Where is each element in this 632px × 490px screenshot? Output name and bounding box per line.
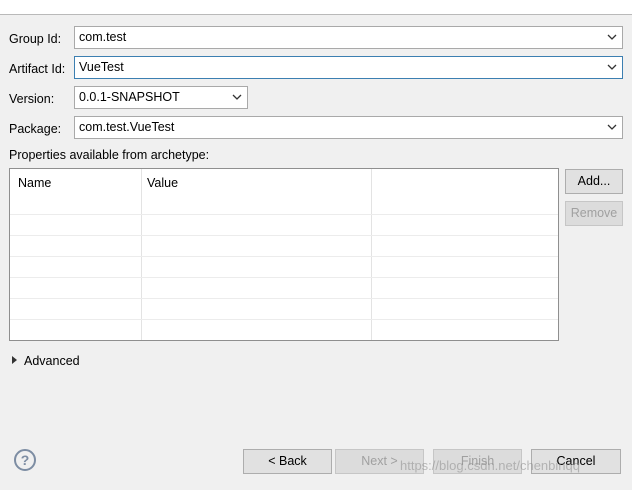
table-row-divider xyxy=(10,235,558,236)
package-label: Package: xyxy=(9,122,62,136)
group-id-value[interactable]: com.test xyxy=(79,27,126,48)
column-divider xyxy=(371,169,372,340)
help-icon[interactable]: ? xyxy=(14,449,36,471)
table-row-divider xyxy=(10,298,558,299)
back-button[interactable]: < Back xyxy=(243,449,332,474)
next-button[interactable]: Next > xyxy=(335,449,424,474)
triangle-right-icon[interactable] xyxy=(12,356,17,364)
finish-button[interactable]: Finish xyxy=(433,449,522,474)
properties-title: Properties available from archetype: xyxy=(9,148,210,162)
table-row-divider xyxy=(10,319,558,320)
package-combo[interactable]: com.test.VueTest xyxy=(74,116,623,139)
version-label: Version: xyxy=(9,92,55,106)
table-row-divider xyxy=(10,256,558,257)
advanced-toggle[interactable]: Advanced xyxy=(24,353,80,369)
version-combo[interactable]: 0.0.1-SNAPSHOT xyxy=(74,86,248,109)
table-row-divider xyxy=(10,277,558,278)
remove-button[interactable]: Remove xyxy=(565,201,623,226)
column-divider xyxy=(141,169,142,340)
artifact-id-combo[interactable]: VueTest xyxy=(74,56,623,79)
artifact-id-value[interactable]: VueTest xyxy=(79,57,124,78)
header-band xyxy=(0,0,632,15)
chevron-down-icon[interactable] xyxy=(231,91,243,103)
properties-table[interactable]: Name Value xyxy=(9,168,559,341)
version-value[interactable]: 0.0.1-SNAPSHOT xyxy=(79,87,180,108)
add-button[interactable]: Add... xyxy=(565,169,623,194)
column-header-name[interactable]: Name xyxy=(18,175,51,191)
group-id-label: Group Id: xyxy=(9,32,62,46)
package-value[interactable]: com.test.VueTest xyxy=(79,117,174,138)
cancel-button[interactable]: Cancel xyxy=(531,449,621,474)
column-header-value[interactable]: Value xyxy=(147,175,178,191)
chevron-down-icon[interactable] xyxy=(606,31,618,43)
group-id-combo[interactable]: com.test xyxy=(74,26,623,49)
table-row-divider xyxy=(10,214,558,215)
chevron-down-icon[interactable] xyxy=(606,121,618,133)
chevron-down-icon[interactable] xyxy=(606,61,618,73)
artifact-id-label: Artifact Id: xyxy=(9,62,66,76)
